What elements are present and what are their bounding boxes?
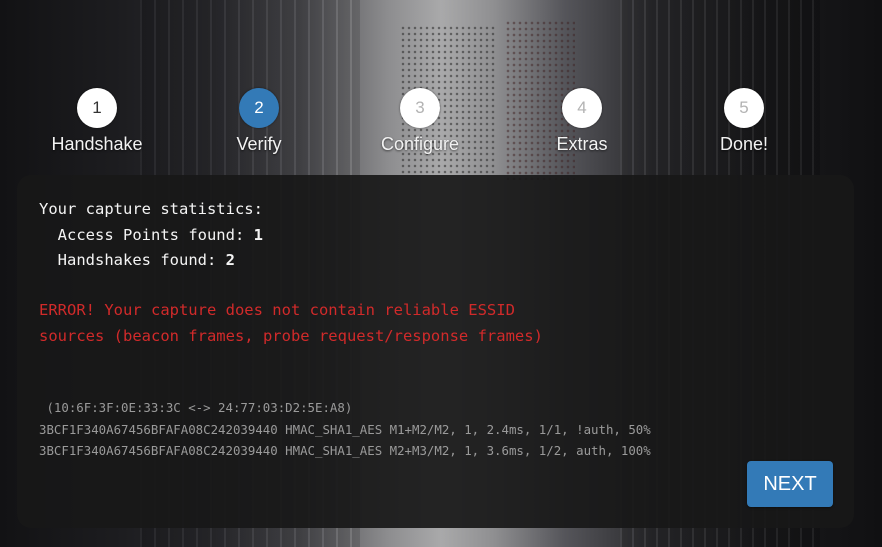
step-label: Configure [380,134,460,154]
step-label: Verify [236,134,282,154]
error-line-2: sources (beacon frames, probe request/re… [39,327,543,345]
error-line-1: ERROR! Your capture does not contain rel… [39,301,515,319]
step-label: Handshake [51,134,143,154]
handshake-details: (10:6F:3F:0E:33:3C <-> 24:77:03:D2:5E:A8… [39,397,651,462]
step-configure[interactable]: 3 Configure [350,88,490,155]
step-number: 3 [400,88,440,128]
step-extras[interactable]: 4 Extras [512,88,652,155]
handshake-row: 3BCF1F340A67456BFAFA08C242039440 HMAC_SH… [39,443,651,458]
step-number: 2 [239,88,279,128]
ap-count: 1 [253,225,263,244]
step-number: 4 [562,88,602,128]
capture-statistics: Your capture statistics: Access Points f… [39,197,263,274]
step-handshake[interactable]: 1 Handshake [27,88,167,155]
step-done[interactable]: 5 Done! [674,88,814,155]
mac-pair: (10:6F:3F:0E:33:3C <-> 24:77:03:D2:5E:A8… [39,400,353,415]
error-message: ERROR! Your capture does not contain rel… [39,297,543,349]
ap-label: Access Points found: [57,225,245,244]
step-verify[interactable]: 2 Verify [189,88,329,155]
hs-count: 2 [225,251,235,269]
next-button[interactable]: NEXT [747,461,833,507]
step-label: Done! [719,134,769,154]
handshake-row: 3BCF1F340A67456BFAFA08C242039440 HMAC_SH… [39,421,651,437]
verify-panel: Your capture statistics: Access Points f… [17,175,854,528]
stats-heading: Your capture statistics: [39,200,263,218]
wizard-stepper: 1 Handshake 2 Verify 3 Configure 4 Extra… [0,0,882,170]
hs-label: Handshakes found: [57,251,217,269]
step-number: 5 [724,88,764,128]
step-number: 1 [77,88,117,128]
step-label: Extras [556,134,608,154]
